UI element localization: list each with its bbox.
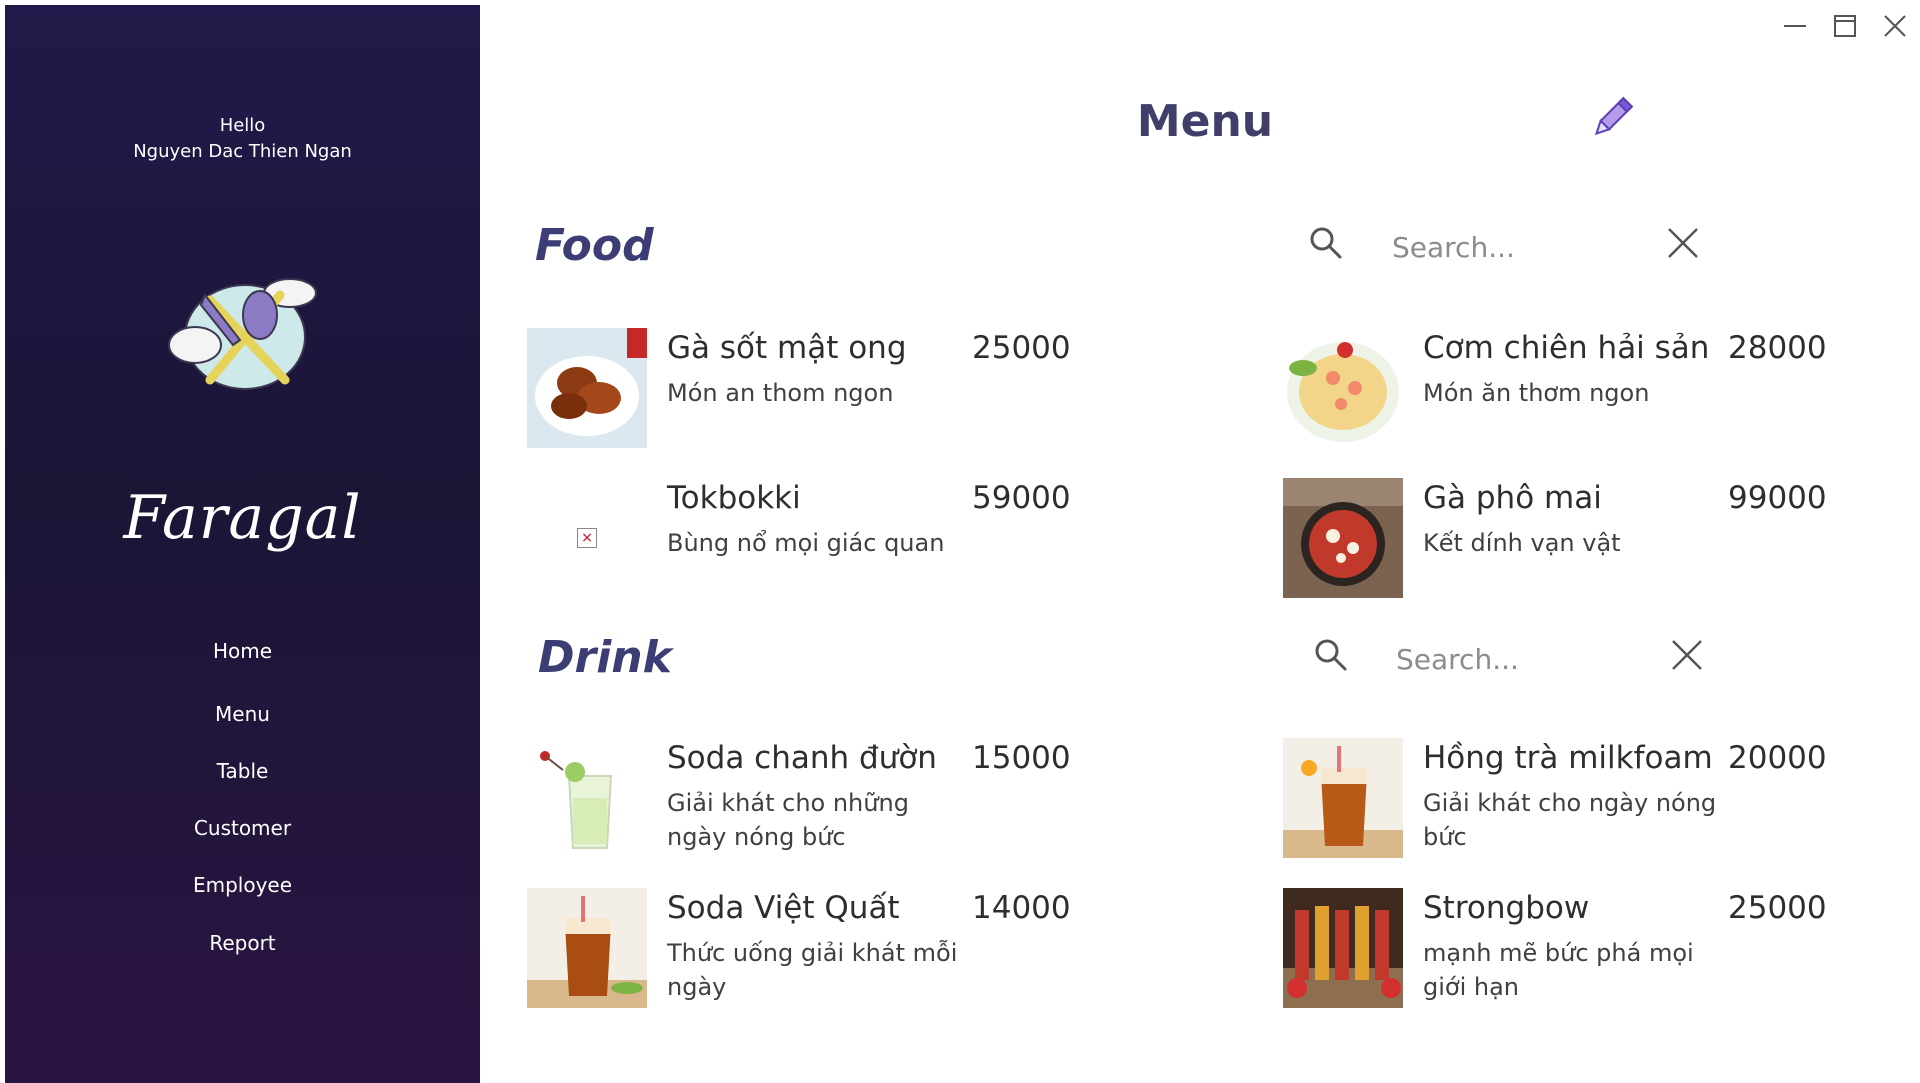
item-description: Món ăn thơm ngon [1423,379,1650,407]
nav-customer[interactable]: Customer [5,816,480,840]
brand-name: Faragal [123,483,362,553]
item-description: Món an thom ngon [667,379,894,407]
menu-item-drink[interactable]: Hồng trà milkfoam Giải khát cho ngày nón… [1283,738,1883,868]
item-price: 59000 [972,480,1071,516]
item-name: Soda chanh đườn [667,740,937,776]
nav-employee[interactable]: Employee [5,873,480,897]
greeting-text: Hello [219,115,266,136]
menu-item-drink[interactable]: Soda chanh đườn Giải khát cho những ngày… [527,738,1127,868]
item-description: Giải khát cho ngày nóng bức [1423,789,1717,851]
item-description: Thức uống giải khát mỗi ngày [667,939,958,1001]
logo-icon [168,278,317,390]
nav-report[interactable]: Report [5,931,480,955]
item-description: Bùng nổ mọi giác quan [667,529,945,557]
item-name: Gà phô mai [1423,480,1602,516]
item-description: mạnh mẽ bức phá mọi giới hạn [1423,939,1694,1001]
nav-home[interactable]: Home [5,639,480,663]
item-name: Tokbokki [667,480,801,516]
menu-item-drink[interactable]: Soda Việt Quất Thức uống giải khát mỗi n… [527,888,1127,1018]
item-description: Kết dính vạn vật [1423,529,1621,557]
item-price: 99000 [1728,480,1827,516]
clear-search-icon[interactable] [1665,225,1701,261]
drink-photo [527,738,647,858]
nav-table[interactable]: Table [5,759,480,783]
clear-search-icon[interactable] [1669,637,1705,673]
item-price: 14000 [972,890,1071,926]
item-name: Strongbow [1423,890,1590,926]
pencil-icon[interactable] [1588,94,1636,142]
food-section-title: Food [535,220,654,271]
item-name: Gà sốt mật ong [667,330,907,366]
item-price: 25000 [972,330,1071,366]
maximize-icon[interactable] [1827,8,1863,44]
drink-photo [1283,738,1403,858]
page-title: Menu [1136,96,1274,147]
search-icon[interactable] [1312,636,1348,672]
nav-menu[interactable]: Menu [5,702,480,726]
drink-search-input[interactable] [1394,638,1648,680]
drink-section-title: Drink [538,632,672,683]
item-name: Soda Việt Quất [667,890,900,926]
item-price: 28000 [1728,330,1827,366]
menu-item-food[interactable]: Gà phô mai Kết dính vạn vật 99000 [1283,478,1883,608]
item-price: 25000 [1728,890,1827,926]
menu-item-drink[interactable]: Strongbow mạnh mẽ bức phá mọi giới hạn 2… [1283,888,1883,1018]
dish-photo [1283,478,1403,598]
item-description: Giải khát cho những ngày nóng bức [667,789,909,851]
item-price: 15000 [972,740,1071,776]
broken-image-icon: × [527,478,647,598]
user-name: Nguyen Dac Thien Ngan [133,141,352,162]
drink-photo [1283,888,1403,1008]
menu-item-food[interactable]: Cơm chiên hải sản Món ăn thơm ngon 28000 [1283,328,1883,458]
menu-item-food[interactable]: × Tokbokki Bùng nổ mọi giác quan 59000 [527,478,1127,608]
close-icon[interactable] [1877,8,1913,44]
item-name: Cơm chiên hải sản [1423,330,1710,366]
minimize-icon[interactable] [1776,8,1812,44]
food-search-input[interactable] [1390,226,1644,268]
dish-photo [1283,328,1403,448]
drink-photo [527,888,647,1008]
item-price: 20000 [1728,740,1827,776]
menu-item-food[interactable]: Gà sốt mật ong Món an thom ngon 25000 [527,328,1127,458]
sidebar: Hello Nguyen Dac Thien Ngan Faragal Home… [5,5,480,1083]
search-icon[interactable] [1307,224,1343,260]
item-name: Hồng trà milkfoam [1423,740,1713,776]
dish-photo [527,328,647,448]
